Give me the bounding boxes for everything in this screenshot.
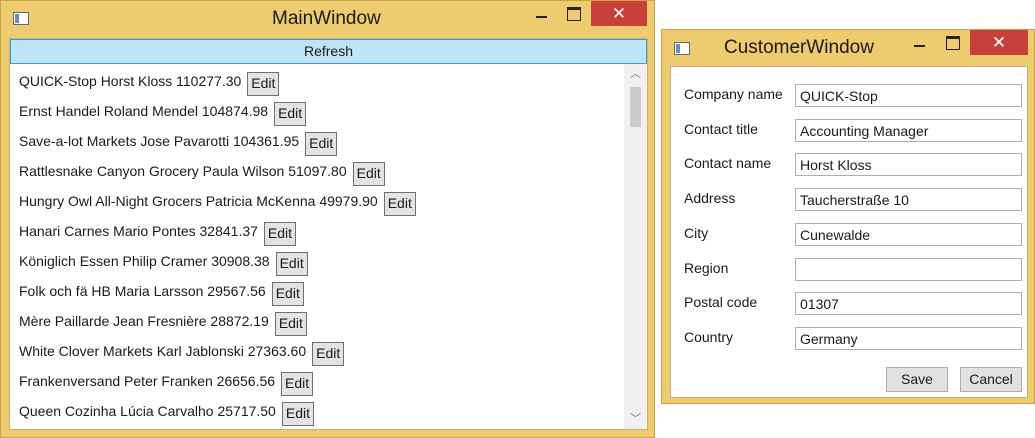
country-label: Country bbox=[684, 329, 734, 345]
contact-title-field[interactable] bbox=[795, 119, 1022, 142]
app-window-icon[interactable] bbox=[13, 12, 29, 25]
list-item: Mère Paillarde Jean Fresnière 28872.19 E… bbox=[19, 308, 307, 336]
save-button[interactable]: Save bbox=[886, 367, 948, 392]
edit-button[interactable]: Edit bbox=[352, 162, 385, 186]
customer-summary: Hanari Carnes Mario Pontes 32841.37 bbox=[19, 223, 258, 239]
list-item: Hanari Carnes Mario Pontes 32841.37 Edit bbox=[19, 218, 297, 246]
customer-summary: Mère Paillarde Jean Fresnière 28872.19 bbox=[19, 313, 269, 329]
maximize-button[interactable] bbox=[936, 30, 970, 55]
main-window-title: MainWindow bbox=[272, 8, 381, 29]
edit-button[interactable]: Edit bbox=[247, 72, 280, 96]
customer-summary: Rattlesnake Canyon Grocery Paula Wilson … bbox=[19, 163, 347, 179]
company-name-label: Company name bbox=[684, 86, 783, 102]
postal-code-field[interactable] bbox=[795, 292, 1022, 315]
edit-button[interactable]: Edit bbox=[383, 192, 416, 216]
cancel-button[interactable]: Cancel bbox=[960, 367, 1022, 392]
list-item: Queen Cozinha Lúcia Carvalho 25717.50 Ed… bbox=[19, 398, 314, 426]
customer-summary: Save-a-lot Markets Jose Pavarotti 104361… bbox=[19, 133, 300, 149]
edit-button[interactable]: Edit bbox=[281, 402, 314, 426]
chevron-up-icon[interactable]: ︿ bbox=[624, 64, 647, 84]
list-item: Save-a-lot Markets Jose Pavarotti 104361… bbox=[19, 128, 338, 156]
customer-summary: Folk och fä HB Maria Larsson 29567.56 bbox=[19, 283, 266, 299]
company-name-field[interactable] bbox=[795, 84, 1022, 107]
chevron-down-icon[interactable]: ﹀ bbox=[624, 409, 647, 429]
edit-button[interactable]: Edit bbox=[274, 102, 307, 126]
edit-button[interactable]: Edit bbox=[312, 342, 345, 366]
list-item: Königlich Essen Philip Cramer 30908.38 E… bbox=[19, 248, 308, 276]
contact-name-label: Contact name bbox=[684, 155, 772, 171]
main-window-titlebar[interactable]: MainWindow ✕ bbox=[1, 1, 654, 35]
customer-window-titlebar[interactable]: CustomerWindow ✕ bbox=[662, 30, 1034, 64]
address-label: Address bbox=[684, 190, 736, 206]
main-window-client: Refresh QUICK-Stop Horst Kloss 110277.30… bbox=[9, 38, 648, 430]
customer-summary: QUICK-Stop Horst Kloss 110277.30 bbox=[19, 73, 242, 89]
edit-button[interactable]: Edit bbox=[305, 132, 338, 156]
app-window-icon[interactable] bbox=[674, 42, 690, 55]
city-field[interactable] bbox=[795, 223, 1022, 246]
customer-summary: White Clover Markets Karl Jablonski 2736… bbox=[19, 343, 307, 359]
address-field[interactable] bbox=[795, 188, 1022, 211]
close-button[interactable]: ✕ bbox=[591, 1, 647, 26]
refresh-button[interactable]: Refresh bbox=[10, 39, 647, 64]
scrollbar-thumb[interactable] bbox=[630, 87, 641, 127]
customer-form: Company name Contact title Contact name … bbox=[670, 66, 1028, 398]
minimize-button[interactable] bbox=[902, 30, 936, 55]
customer-list: QUICK-Stop Horst Kloss 110277.30 Edit Er… bbox=[10, 64, 624, 429]
minimize-button[interactable] bbox=[523, 1, 559, 26]
customer-summary: Königlich Essen Philip Cramer 30908.38 bbox=[19, 253, 270, 269]
customer-summary: Ernst Handel Roland Mendel 104874.98 bbox=[19, 103, 269, 119]
list-item: QUICK-Stop Horst Kloss 110277.30 Edit bbox=[19, 68, 280, 96]
list-item: Ernst Handel Roland Mendel 104874.98 Edi… bbox=[19, 98, 307, 126]
list-item: Rattlesnake Canyon Grocery Paula Wilson … bbox=[19, 158, 385, 186]
customer-window: CustomerWindow ✕ Company name Contact ti… bbox=[661, 29, 1035, 404]
edit-button[interactable]: Edit bbox=[263, 222, 297, 246]
list-item: Folk och fä HB Maria Larsson 29567.56 Ed… bbox=[19, 278, 304, 306]
region-field[interactable] bbox=[795, 258, 1022, 281]
customer-window-title: CustomerWindow bbox=[724, 37, 874, 58]
city-label: City bbox=[684, 225, 709, 241]
postal-code-label: Postal code bbox=[684, 294, 758, 310]
customer-summary: Queen Cozinha Lúcia Carvalho 25717.50 bbox=[19, 403, 276, 419]
close-button[interactable]: ✕ bbox=[970, 30, 1028, 55]
edit-button[interactable]: Edit bbox=[281, 372, 314, 396]
edit-button[interactable]: Edit bbox=[274, 312, 307, 336]
maximize-button[interactable] bbox=[557, 1, 591, 26]
edit-button[interactable]: Edit bbox=[275, 252, 308, 276]
main-window: MainWindow ✕ Refresh QUICK-Stop Horst Kl… bbox=[0, 0, 655, 438]
country-field[interactable] bbox=[795, 327, 1022, 350]
list-item: Hungry Owl All-Night Grocers Patricia Mc… bbox=[19, 188, 416, 216]
region-label: Region bbox=[684, 260, 729, 276]
contact-title-label: Contact title bbox=[684, 121, 758, 137]
contact-name-field[interactable] bbox=[795, 153, 1022, 176]
list-item: White Clover Markets Karl Jablonski 2736… bbox=[19, 338, 345, 366]
list-item: Frankenversand Peter Franken 26656.56 Ed… bbox=[19, 368, 314, 396]
customer-summary: Hungry Owl All-Night Grocers Patricia Mc… bbox=[19, 193, 378, 209]
customer-summary: Frankenversand Peter Franken 26656.56 bbox=[19, 373, 276, 389]
vertical-scrollbar[interactable]: ︿ ﹀ bbox=[624, 64, 647, 429]
edit-button[interactable]: Edit bbox=[271, 282, 304, 306]
